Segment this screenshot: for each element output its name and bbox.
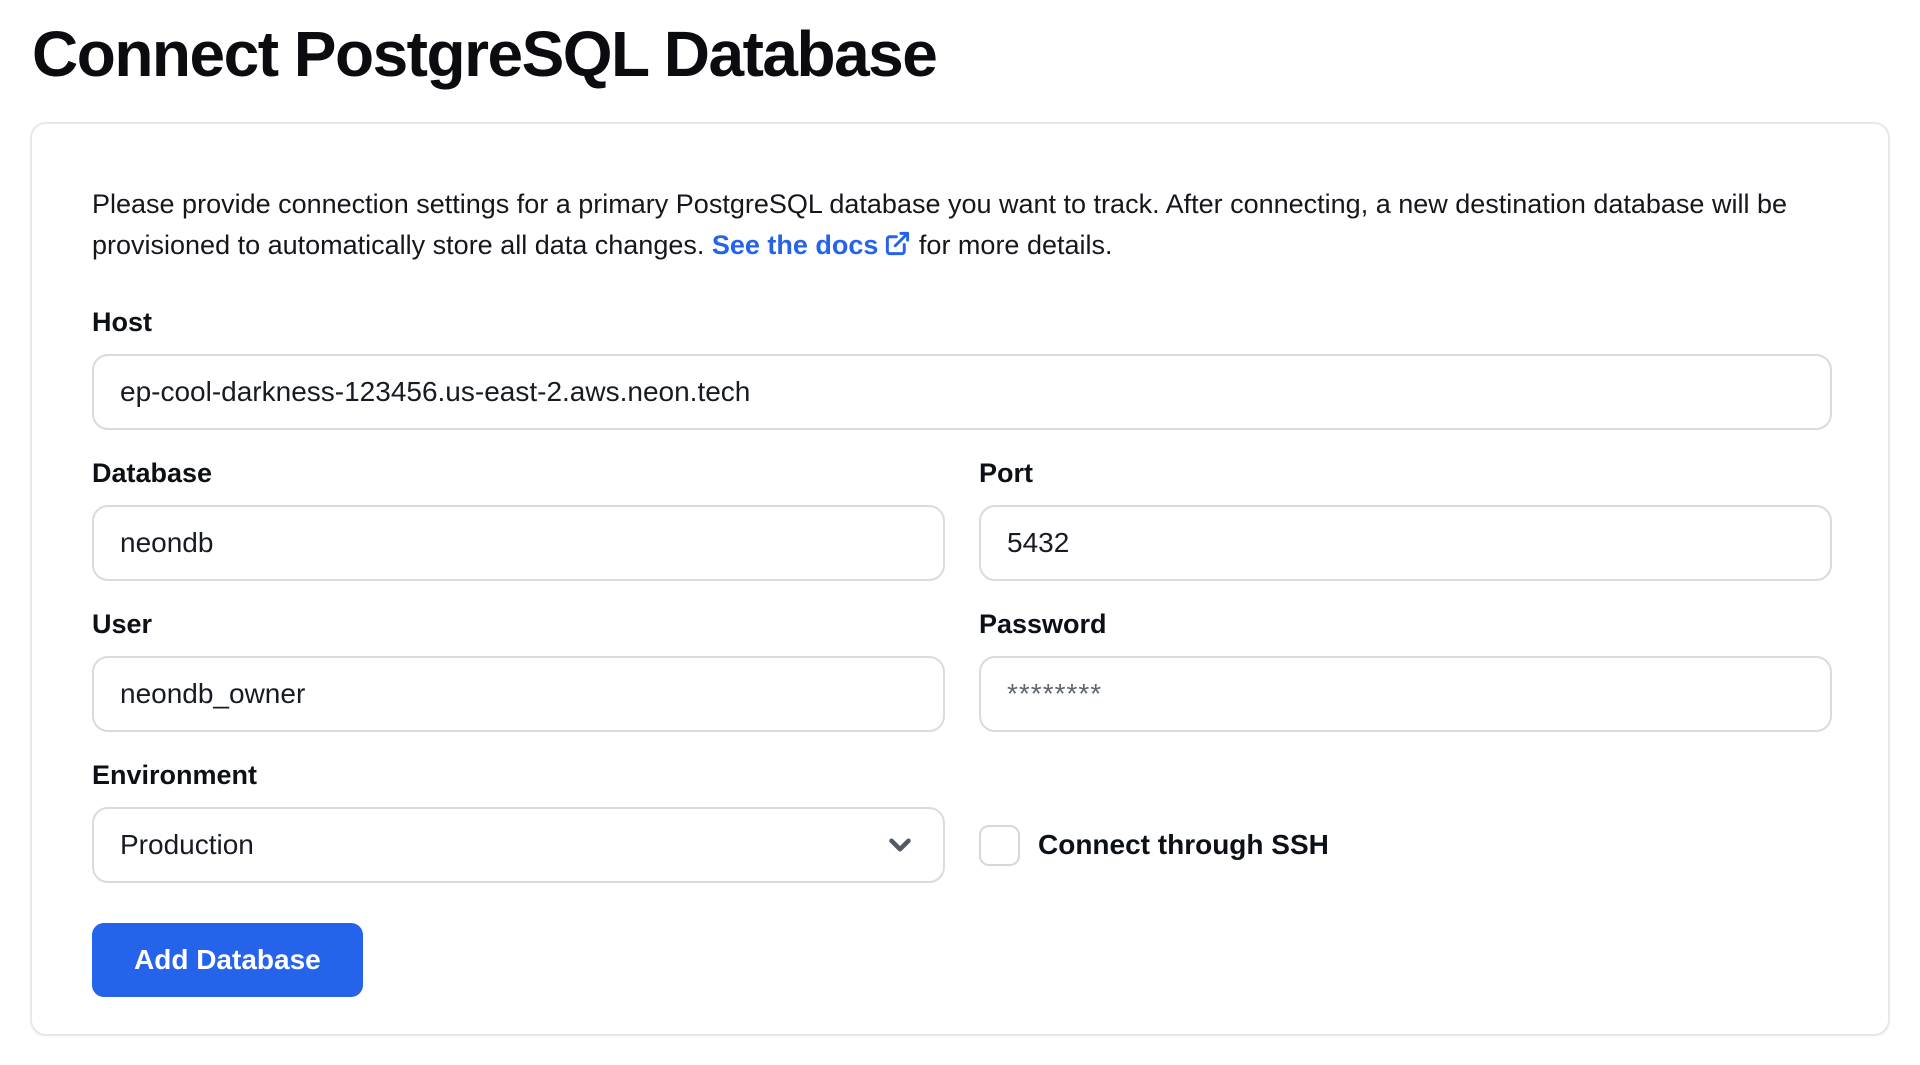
user-input[interactable] xyxy=(92,656,945,732)
user-label: User xyxy=(92,609,945,640)
form-grid: Database Port User Password Environment … xyxy=(92,458,1832,883)
port-field: Port xyxy=(979,458,1832,581)
intro-text: Please provide connection settings for a… xyxy=(92,184,1832,268)
environment-selected-value: Production xyxy=(120,829,254,861)
add-database-button[interactable]: Add Database xyxy=(92,923,363,997)
connection-form-card: Please provide connection settings for a… xyxy=(30,122,1890,1036)
ssh-checkbox[interactable] xyxy=(979,825,1020,866)
database-input[interactable] xyxy=(92,505,945,581)
password-field: Password xyxy=(979,609,1832,732)
user-field: User xyxy=(92,609,945,732)
database-field: Database xyxy=(92,458,945,581)
ssh-row: Connect through SSH xyxy=(979,807,1832,883)
see-the-docs-link[interactable]: See the docs xyxy=(712,230,912,260)
password-input[interactable] xyxy=(979,656,1832,732)
host-label: Host xyxy=(92,307,1832,338)
port-label: Port xyxy=(979,458,1832,489)
chevron-down-icon[interactable] xyxy=(883,828,917,862)
port-input[interactable] xyxy=(979,505,1832,581)
page: Connect PostgreSQL Database Please provi… xyxy=(0,0,1920,1036)
password-label: Password xyxy=(979,609,1832,640)
database-label: Database xyxy=(92,458,945,489)
page-title: Connect PostgreSQL Database xyxy=(32,18,1890,92)
host-field: Host xyxy=(92,307,1832,430)
intro-text-after: for more details. xyxy=(911,230,1112,260)
external-link-icon[interactable] xyxy=(884,230,911,257)
environment-field: Environment Production xyxy=(92,760,945,883)
environment-label: Environment xyxy=(92,760,945,791)
host-input[interactable] xyxy=(92,354,1832,430)
ssh-checkbox-label[interactable]: Connect through SSH xyxy=(1038,829,1329,861)
see-the-docs-link-label: See the docs xyxy=(712,230,879,260)
environment-select[interactable]: Production xyxy=(92,807,945,883)
